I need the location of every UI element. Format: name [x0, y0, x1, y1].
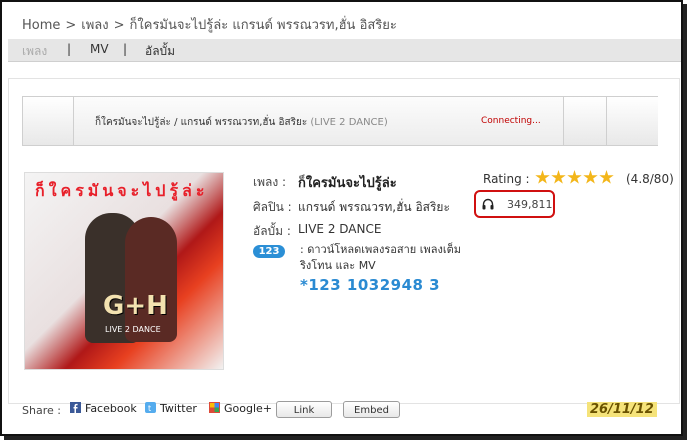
breadcrumb-current: ก็ใครมันจะไปรู้ล่ะ แกรนด์ พรรณวรท,ฮั่น อ… — [129, 18, 397, 33]
play-button[interactable] — [23, 97, 74, 145]
star-icon[interactable] — [535, 170, 550, 184]
volume-button[interactable] — [563, 97, 606, 145]
twitter-icon: t — [145, 402, 156, 413]
tab-separator: | — [123, 42, 128, 56]
facebook-label: Facebook — [85, 402, 137, 415]
cover-figure — [125, 217, 177, 342]
twitter-share[interactable]: t Twitter — [145, 402, 197, 415]
breadcrumb-home[interactable]: Home — [22, 18, 60, 33]
breadcrumb: Home > เพลง > ก็ใครมันจะไปรู้ล่ะ แกรนด์ พรรณ… — [22, 14, 397, 35]
download-code: *123 1032948 3 — [300, 276, 441, 294]
tab-bar: เพลง | MV | อัลบั้ม — [8, 39, 681, 62]
tab-mv[interactable]: MV — [90, 42, 109, 56]
song-title: ก็ใครมันจะไปรู้ล่ะ — [298, 176, 397, 191]
star-icon[interactable] — [551, 170, 566, 184]
cover-title-art: ก็ใครมันจะไปรู้ล่ะ — [35, 181, 209, 200]
player-menu-button[interactable] — [606, 97, 658, 145]
breadcrumb-section[interactable]: เพลง — [81, 18, 108, 33]
star-icon[interactable] — [567, 170, 582, 184]
play-count-value: 349,811 — [507, 198, 553, 211]
now-playing-track: ก็ใครมันจะไปรู้ล่ะ / แกรนด์ พรรณวรท,ฮั่น… — [95, 115, 388, 130]
star-icon[interactable] — [583, 170, 598, 184]
play-count: 349,811 — [474, 190, 555, 218]
tab-songs[interactable]: เพลง — [22, 42, 47, 61]
now-playing-album: (LIVE 2 DANCE) — [307, 117, 388, 128]
album-cover: ก็ใครมันจะไปรู้ล่ะ G+H LIVE 2 DANCE — [24, 172, 224, 370]
svg-text:t: t — [148, 404, 151, 413]
breadcrumb-separator: > — [113, 18, 125, 33]
headphones-icon — [482, 198, 494, 210]
googleplus-icon — [209, 402, 220, 413]
now-playing-separator: / — [170, 117, 181, 128]
now-playing-title: ก็ใครมันจะไปรู้ล่ะ — [95, 117, 171, 128]
rating-value: (4.8/80) — [626, 172, 674, 186]
artist-label: ศิลปิน : — [253, 200, 292, 214]
album-label: อัลบั้ม : — [253, 224, 291, 238]
cover-logo: G+H — [103, 291, 168, 321]
download-promo: : ดาวน์โหลดเพลงรอสาย เพลงเต็ม ริงโทน และ… — [300, 243, 462, 272]
link-button[interactable]: Link — [276, 401, 332, 418]
badge-123-icon: 123 — [253, 245, 285, 258]
share-label: Share : — [22, 404, 61, 417]
player-status: Connecting... — [481, 116, 541, 126]
now-playing-artist: แกรนด์ พรรณวรท,ฮั่น อิสริยะ — [180, 117, 308, 128]
audio-player: ก็ใครมันจะไปรู้ล่ะ / แกรนด์ พรรณวรท,ฮั่น… — [22, 96, 658, 146]
facebook-icon — [70, 402, 81, 413]
date-stamp: 26/11/12 — [587, 402, 657, 417]
googleplus-share[interactable]: Google+ — [209, 402, 272, 415]
page-frame: Home > เพลง > ก็ใครมันจะไปรู้ล่ะ แกรนด์ พรรณ… — [0, 0, 683, 436]
album-name[interactable]: LIVE 2 DANCE — [298, 222, 381, 236]
rating-label: Rating : — [483, 172, 530, 186]
breadcrumb-separator: > — [65, 18, 77, 33]
twitter-label: Twitter — [160, 402, 197, 415]
star-icon[interactable] — [599, 170, 614, 184]
embed-button[interactable]: Embed — [343, 401, 400, 418]
song-label: เพลง : — [253, 175, 287, 189]
tab-separator: | — [67, 42, 72, 56]
rating-stars[interactable] — [535, 170, 615, 189]
facebook-share[interactable]: Facebook — [70, 402, 137, 415]
artist-name[interactable]: แกรนด์ พรรณวรท,ฮั่น อิสริยะ — [298, 198, 450, 217]
googleplus-label: Google+ — [224, 402, 273, 415]
tab-albums[interactable]: อัลบั้ม — [145, 42, 175, 61]
cover-album-name: LIVE 2 DANCE — [105, 325, 161, 334]
